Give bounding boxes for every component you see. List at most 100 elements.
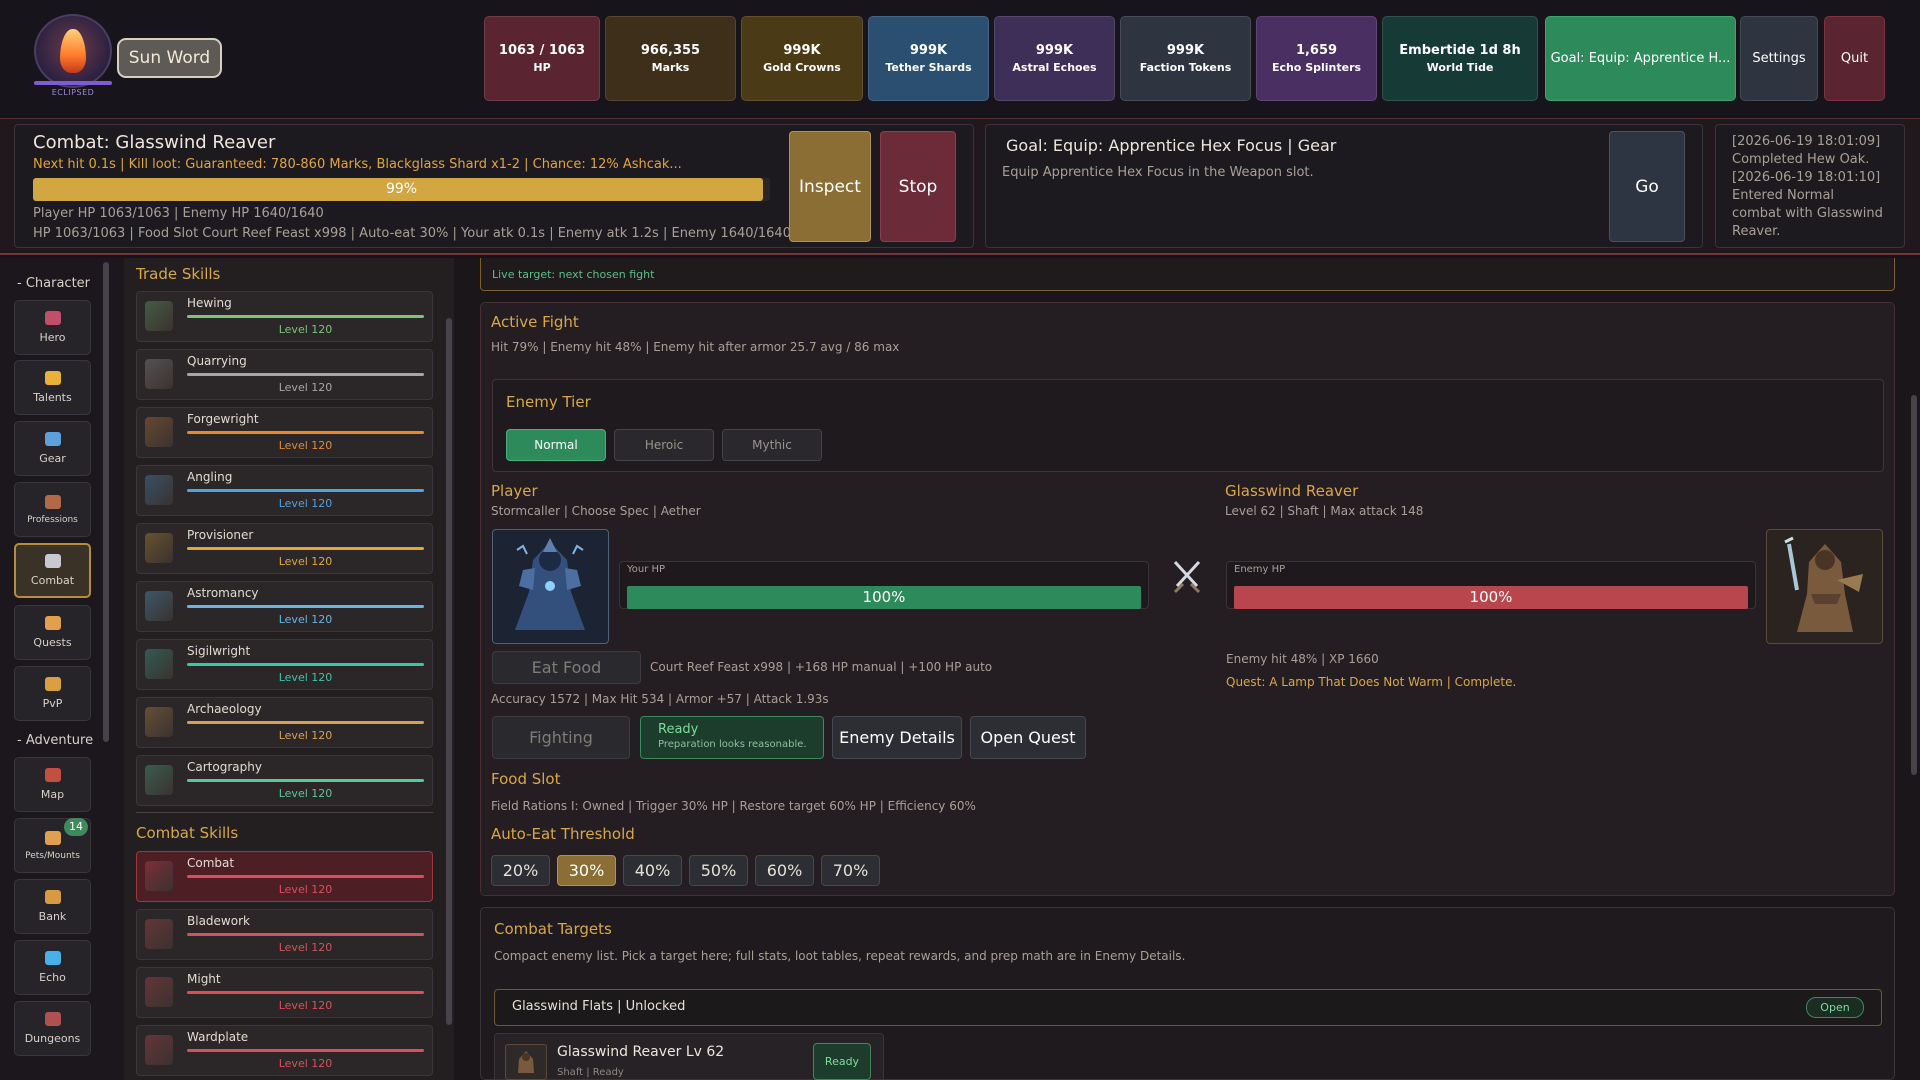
skill-level: Level 120: [278, 381, 333, 394]
stat-tile-gold-crowns[interactable]: 999K Gold Crowns: [741, 16, 863, 101]
stat-value: Embertide 1d 8h: [1399, 42, 1521, 58]
log-line: [2026-06-19 18:01:10]: [1732, 170, 1881, 185]
enemy-subtitle: Level 62 | Shaft | Max attack 148: [1225, 504, 1424, 518]
skill-name: Sigilwright: [187, 644, 251, 658]
stop-button[interactable]: Stop: [880, 131, 956, 242]
combat-hp-summary: Player HP 1063/1063 | Enemy HP 1640/1640: [33, 206, 324, 221]
skill-level: Level 120: [278, 555, 333, 568]
nav-section-adventure: - Adventure: [17, 733, 94, 748]
enemy-quest-info[interactable]: Quest: A Lamp That Does Not Warm | Compl…: [1226, 675, 1516, 689]
anvil-icon: [145, 417, 173, 447]
gear-icon: [44, 432, 61, 446]
skill-row-archaeology[interactable]: Archaeology Level 120: [136, 697, 433, 748]
open-quest-button[interactable]: Open Quest: [970, 716, 1086, 759]
skill-level: Level 120: [278, 613, 333, 626]
pvp-icon: [44, 677, 61, 691]
skill-name: Wardplate: [187, 1030, 249, 1044]
nav-item-quests[interactable]: Quests: [14, 605, 91, 660]
nav-item-professions[interactable]: Professions: [14, 482, 91, 537]
nav-item-dungeons[interactable]: Dungeons: [14, 1001, 91, 1056]
auto-eat-threshold-40[interactable]: 40%: [623, 855, 682, 886]
auto-eat-threshold-30[interactable]: 30%: [557, 855, 616, 886]
skill-row-sigilwright[interactable]: Sigilwright Level 120: [136, 639, 433, 690]
eclipse-logo[interactable]: [34, 14, 112, 88]
skill-level: Level 120: [278, 787, 333, 800]
sword-icon: [145, 919, 173, 949]
sun-word-button[interactable]: Sun Word: [117, 38, 222, 78]
stat-tile-echo-splinters[interactable]: 1,659 Echo Splinters: [1256, 16, 1377, 101]
ready-status: Ready Preparation looks reasonable.: [640, 716, 824, 759]
skills-scrollbar[interactable]: [446, 318, 452, 1025]
nav-item-bank[interactable]: Bank: [14, 879, 91, 934]
skill-row-cartography[interactable]: Cartography Level 120: [136, 755, 433, 806]
scroll-icon: [44, 616, 61, 630]
tier-heroic-button[interactable]: Heroic: [614, 429, 714, 461]
stat-value: 999K: [909, 42, 948, 58]
inspect-button[interactable]: Inspect: [789, 131, 871, 242]
zone-name: Glasswind Flats | Unlocked: [512, 999, 686, 1014]
settings-button[interactable]: Settings: [1740, 16, 1818, 101]
tier-mythic-button[interactable]: Mythic: [722, 429, 822, 461]
relic-icon: [145, 707, 173, 737]
nav-item-label: Talents: [33, 391, 72, 404]
stat-tile-faction-tokens[interactable]: 999K Faction Tokens: [1120, 16, 1251, 101]
skill-row-quarrying[interactable]: Quarrying Level 120: [136, 349, 433, 400]
auto-eat-threshold-60[interactable]: 60%: [755, 855, 814, 886]
nav-item-echo[interactable]: Echo: [14, 940, 91, 995]
stat-tile-tether-shards[interactable]: 999K Tether Shards: [868, 16, 989, 101]
skill-row-combat[interactable]: Combat Level 120: [136, 851, 433, 902]
nav-item-map[interactable]: Map: [14, 757, 91, 812]
enemy-details-button[interactable]: Enemy Details: [832, 716, 962, 759]
zone-row[interactable]: [494, 989, 1882, 1026]
combat-progress-label: 99%: [385, 181, 418, 197]
skill-row-hewing[interactable]: Hewing Level 120: [136, 291, 433, 342]
quit-button[interactable]: Quit: [1824, 16, 1885, 101]
skill-level: Level 120: [278, 497, 333, 510]
tier-normal-button[interactable]: Normal: [506, 429, 606, 461]
fighting-button[interactable]: Fighting: [492, 716, 630, 759]
map-icon: [44, 768, 61, 782]
stat-tile-astral-echoes[interactable]: 999K Astral Echoes: [994, 16, 1115, 101]
nav-item-pvp[interactable]: PvP: [14, 666, 91, 721]
nav-item-label: Pets/Mounts: [25, 850, 80, 861]
skill-name: Astromancy: [187, 586, 259, 600]
stat-label: Marks: [651, 60, 690, 74]
map-scroll-icon: [145, 765, 173, 795]
skill-row-wardplate[interactable]: Wardplate Level 120: [136, 1025, 433, 1076]
skill-row-provisioner[interactable]: Provisioner Level 120: [136, 523, 433, 574]
auto-eat-threshold-20[interactable]: 20%: [491, 855, 550, 886]
skill-row-astromancy[interactable]: Astromancy Level 120: [136, 581, 433, 632]
main-scrollbar[interactable]: [1911, 395, 1917, 775]
eat-food-button[interactable]: Eat Food: [492, 651, 641, 684]
zone-open-badge[interactable]: Open: [1806, 997, 1864, 1018]
goal-button[interactable]: Goal: Equip: Apprentice H...: [1545, 16, 1736, 101]
stat-tile-world-tide[interactable]: Embertide 1d 8h World Tide: [1382, 16, 1538, 101]
auto-eat-threshold-50[interactable]: 50%: [689, 855, 748, 886]
chest-icon: [44, 890, 61, 904]
skill-row-might[interactable]: Might Level 120: [136, 967, 433, 1018]
combat-targets-description: Compact enemy list. Pick a target here; …: [494, 949, 1186, 963]
reaver-thumbnail-icon: [505, 1044, 547, 1080]
skill-row-bladework[interactable]: Bladework Level 120: [136, 909, 433, 960]
auto-eat-threshold-70[interactable]: 70%: [821, 855, 880, 886]
nav-item-combat[interactable]: Combat: [14, 543, 91, 598]
skill-level: Level 120: [278, 323, 333, 336]
nav-item-talents[interactable]: Talents: [14, 360, 91, 415]
go-button[interactable]: Go: [1609, 131, 1685, 242]
nav-item-gear[interactable]: Gear: [14, 421, 91, 476]
skill-row-angling[interactable]: Angling Level 120: [136, 465, 433, 516]
nav-scrollbar[interactable]: [103, 262, 109, 742]
skill-name: Might: [187, 972, 221, 986]
target-ready-button[interactable]: Ready: [813, 1043, 871, 1080]
skill-progress-bar: [187, 431, 424, 434]
eclipse-bar: [34, 81, 112, 85]
nav-item-label: PvP: [42, 697, 63, 710]
astrolabe-icon: [145, 591, 173, 621]
fishing-icon: [145, 475, 173, 505]
stat-tile-hp[interactable]: 1063 / 1063 HP: [484, 16, 600, 101]
nav-item-hero[interactable]: Hero: [14, 300, 91, 355]
stat-tile-marks[interactable]: 966,355 Marks: [605, 16, 736, 101]
quill-icon: [145, 649, 173, 679]
skill-name: Cartography: [187, 760, 262, 774]
skill-row-forgewright[interactable]: Forgewright Level 120: [136, 407, 433, 458]
